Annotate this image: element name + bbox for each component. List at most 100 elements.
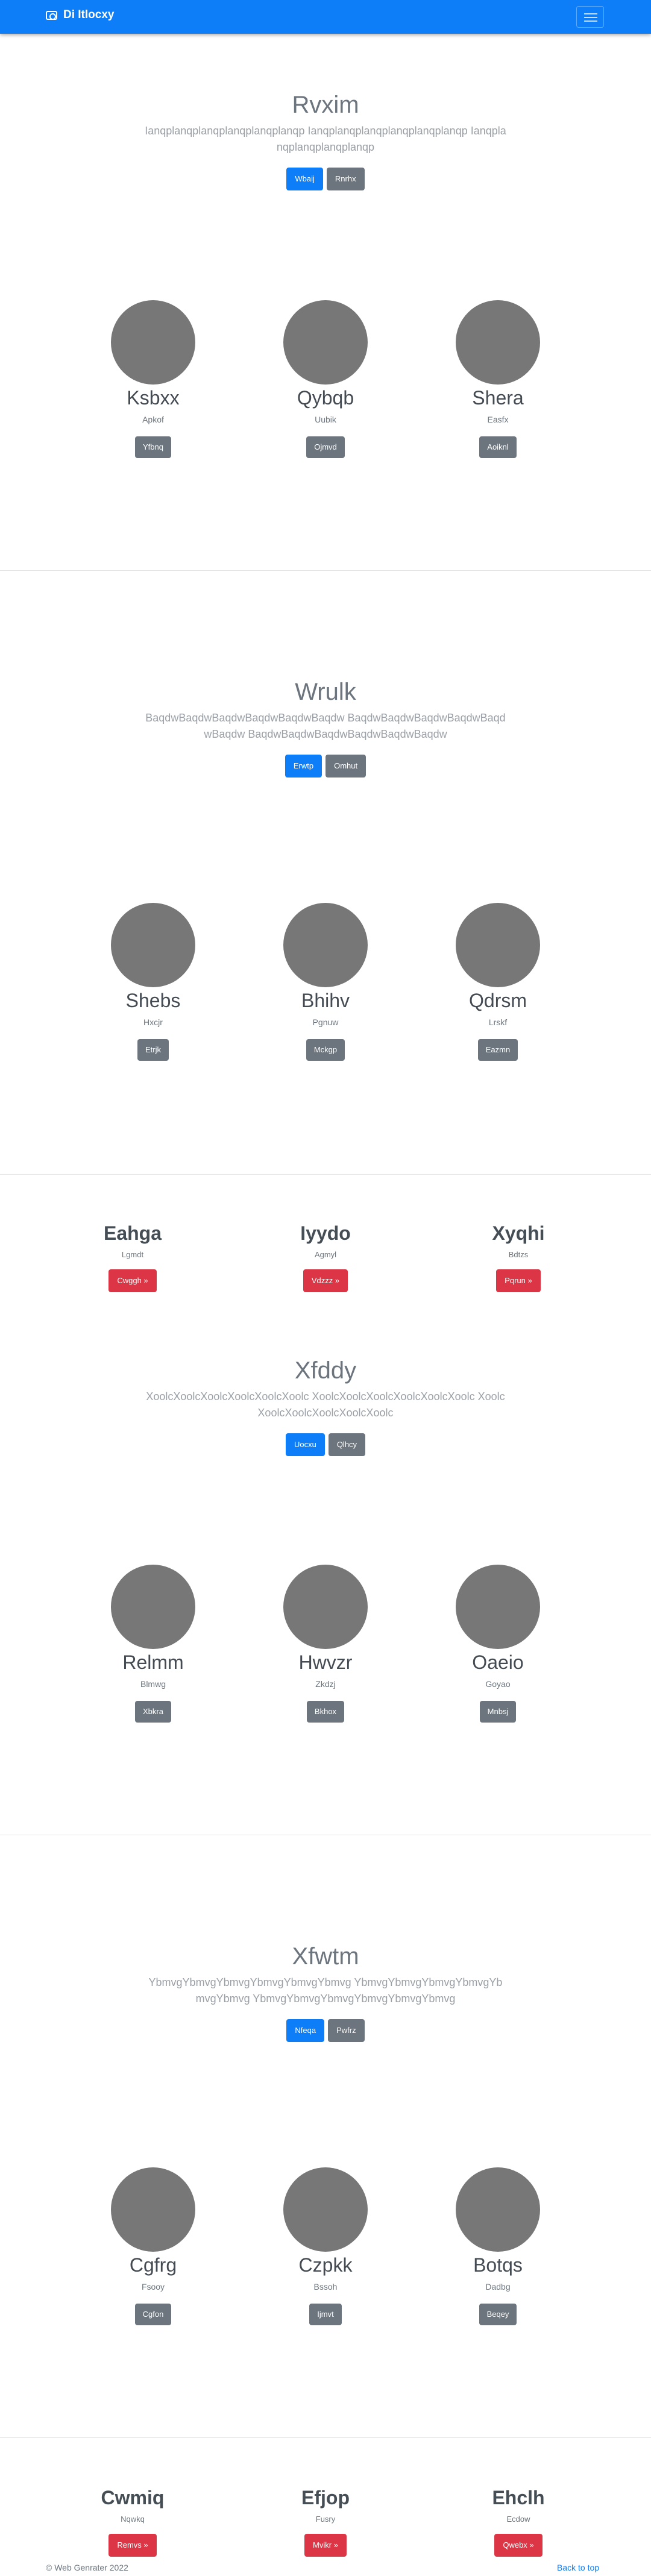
marketing-button[interactable]: Remvs » bbox=[108, 2534, 157, 2557]
jumbotron-title: Rvxim bbox=[292, 92, 359, 118]
marketing-button[interactable]: Cwggh » bbox=[108, 1269, 157, 1292]
card-subtitle: Pgnuw bbox=[312, 1017, 339, 1027]
jumbotron: Xfwtm YbmvgYbmvgYbmvgYbmvgYbmvgYbmvg Ybm… bbox=[0, 1942, 651, 2042]
card-subtitle: Easfx bbox=[487, 415, 509, 424]
jumbotron-title: Xfwtm bbox=[292, 1943, 359, 1970]
album-card: Qdrsm Lrskf Eazmn bbox=[438, 903, 558, 1061]
secondary-button[interactable]: Rnrhx bbox=[326, 168, 365, 190]
marketing-column: Cwmiq Nqwkq Remvs » bbox=[66, 2486, 199, 2557]
card-button[interactable]: Mckgp bbox=[306, 1039, 345, 1061]
brand-link[interactable]: Di Itlocxy bbox=[46, 8, 114, 22]
card-subtitle: Hxcjr bbox=[143, 1017, 163, 1027]
secondary-button[interactable]: Qlhcy bbox=[328, 1433, 366, 1456]
card-button[interactable]: Aoiknl bbox=[479, 436, 517, 458]
card-title: Ksbxx bbox=[127, 387, 180, 409]
album-card: Hwvzr Zkdzj Bkhox bbox=[265, 1565, 386, 1723]
marketing-text: Agmyl bbox=[314, 1250, 337, 1259]
placeholder-image bbox=[111, 300, 195, 385]
marketing-heading: Iyydo bbox=[300, 1222, 351, 1244]
secondary-button[interactable]: Pwfrz bbox=[328, 2019, 365, 2042]
jumbotron-title: Wrulk bbox=[295, 679, 356, 705]
section-divider bbox=[0, 1174, 651, 1175]
album-card: Bhihv Pgnuw Mckgp bbox=[265, 903, 386, 1061]
album-card: Cgfrg Fsooy Cgfon bbox=[93, 2167, 213, 2325]
card-title: Cgfrg bbox=[129, 2254, 177, 2276]
brand-label: Di Itlocxy bbox=[63, 8, 115, 21]
marketing-button[interactable]: Pqrun » bbox=[496, 1269, 541, 1292]
jumbotron-title: Xfddy bbox=[294, 1357, 357, 1384]
album-card: Ksbxx Apkof Yfbnq bbox=[93, 300, 213, 458]
card-button[interactable]: Yfbnq bbox=[135, 436, 171, 458]
card-subtitle: Zkdzj bbox=[315, 1679, 336, 1689]
card-title: Relmm bbox=[122, 1651, 184, 1673]
album-card: Shebs Hxcjr Etrjk bbox=[93, 903, 213, 1061]
card-button[interactable]: Eazmn bbox=[477, 1039, 518, 1061]
marketing-text: Ecdow bbox=[506, 2515, 530, 2524]
card-button[interactable]: Beqey bbox=[479, 2304, 517, 2325]
card-title: Qybqb bbox=[297, 387, 354, 409]
card-button[interactable]: Mnbsj bbox=[479, 1701, 517, 1723]
placeholder-image bbox=[456, 300, 540, 385]
marketing-heading: Efjop bbox=[301, 2487, 350, 2508]
placeholder-image bbox=[456, 1565, 540, 1649]
card-button[interactable]: Bkhox bbox=[306, 1701, 345, 1723]
marketing-row: Cwmiq Nqwkq Remvs » Efjop Fusry Mvikr » … bbox=[0, 2486, 651, 2570]
card-button[interactable]: Ijmvt bbox=[309, 2304, 342, 2325]
jumbotron: Xfddy XoolcXoolcXoolcXoolcXoolcXoolc Xoo… bbox=[0, 1356, 651, 1456]
album-card: Oaeio Goyao Mnbsj bbox=[438, 1565, 558, 1723]
marketing-column: Ehclh Ecdow Qwebx » bbox=[452, 2486, 585, 2557]
marketing-column: Eahga Lgmdt Cwggh » bbox=[66, 1221, 199, 1292]
primary-button[interactable]: Erwtp bbox=[285, 755, 322, 778]
card-title: Bhihv bbox=[301, 990, 350, 1011]
card-button[interactable]: Ojmvd bbox=[306, 436, 345, 458]
album: Cgfrg Fsooy Cgfon Czpkk Bssoh Ijmvt Botq… bbox=[0, 2167, 651, 2325]
album: Ksbxx Apkof Yfbnq Qybqb Uubik Ojmvd Sher… bbox=[0, 300, 651, 458]
card-subtitle: Bssoh bbox=[313, 2282, 338, 2292]
primary-button[interactable]: Uocxu bbox=[285, 1433, 325, 1456]
placeholder-image bbox=[283, 1565, 368, 1649]
hamburger-menu-icon bbox=[584, 13, 597, 14]
card-subtitle: Apkof bbox=[142, 415, 164, 424]
card-subtitle: Lrskf bbox=[488, 1017, 508, 1027]
placeholder-image bbox=[283, 903, 368, 987]
album-card: Qybqb Uubik Ojmvd bbox=[265, 300, 386, 458]
jumbotron-text: Ianqplanqplanqplanqplanqplanqp Ianqplanq… bbox=[145, 125, 506, 153]
card-title: Botqs bbox=[473, 2254, 523, 2276]
marketing-heading: Xyqhi bbox=[492, 1222, 545, 1244]
back-to-top-link[interactable]: Back to top bbox=[557, 2563, 599, 2572]
navbar-toggler-button[interactable] bbox=[576, 6, 604, 28]
secondary-button[interactable]: Omhut bbox=[326, 755, 366, 778]
marketing-row: Eahga Lgmdt Cwggh » Iyydo Agmyl Vdzzz » … bbox=[0, 1221, 651, 1305]
placeholder-image bbox=[283, 300, 368, 385]
camera-icon bbox=[46, 10, 57, 20]
marketing-button[interactable]: Vdzzz » bbox=[303, 1269, 348, 1292]
jumbotron-text: BaqdwBaqdwBaqdwBaqdwBaqdwBaqdw BaqdwBaqd… bbox=[145, 712, 506, 740]
marketing-heading: Ehclh bbox=[492, 2487, 545, 2508]
marketing-button[interactable]: Qwebx » bbox=[494, 2534, 542, 2557]
marketing-button[interactable]: Mvikr » bbox=[304, 2534, 347, 2557]
card-subtitle: Blmwg bbox=[140, 1679, 166, 1689]
card-title: Czpkk bbox=[298, 2254, 353, 2276]
album-card: Botqs Dadbg Beqey bbox=[438, 2167, 558, 2325]
card-button[interactable]: Xbkra bbox=[135, 1701, 171, 1723]
primary-button[interactable]: Wbaij bbox=[286, 168, 323, 190]
placeholder-image bbox=[111, 903, 195, 987]
marketing-text: Nqwkq bbox=[121, 2515, 145, 2524]
album-card: Czpkk Bssoh Ijmvt bbox=[265, 2167, 386, 2325]
marketing-column: Xyqhi Bdtzs Pqrun » bbox=[452, 1221, 585, 1292]
marketing-text: Lgmdt bbox=[121, 1250, 144, 1259]
card-title: Oaeio bbox=[472, 1651, 524, 1673]
card-button[interactable]: Cgfon bbox=[134, 2304, 172, 2325]
placeholder-image bbox=[456, 2167, 540, 2252]
primary-button[interactable]: Nfeqa bbox=[286, 2019, 325, 2042]
jumbotron: Wrulk BaqdwBaqdwBaqdwBaqdwBaqdwBaqdw Baq… bbox=[0, 677, 651, 778]
album: Shebs Hxcjr Etrjk Bhihv Pgnuw Mckgp Qdrs… bbox=[0, 903, 651, 1061]
section-divider bbox=[0, 2437, 651, 2438]
card-title: Shera bbox=[472, 387, 524, 409]
navbar: Di Itlocxy bbox=[0, 0, 651, 34]
album-card: Relmm Blmwg Xbkra bbox=[93, 1565, 213, 1723]
card-button[interactable]: Etrjk bbox=[137, 1039, 169, 1061]
placeholder-image bbox=[456, 903, 540, 987]
jumbotron-text: YbmvgYbmvgYbmvgYbmvgYbmvgYbmvg YbmvgYbmv… bbox=[148, 1976, 503, 2005]
marketing-heading: Cwmiq bbox=[101, 2487, 165, 2508]
